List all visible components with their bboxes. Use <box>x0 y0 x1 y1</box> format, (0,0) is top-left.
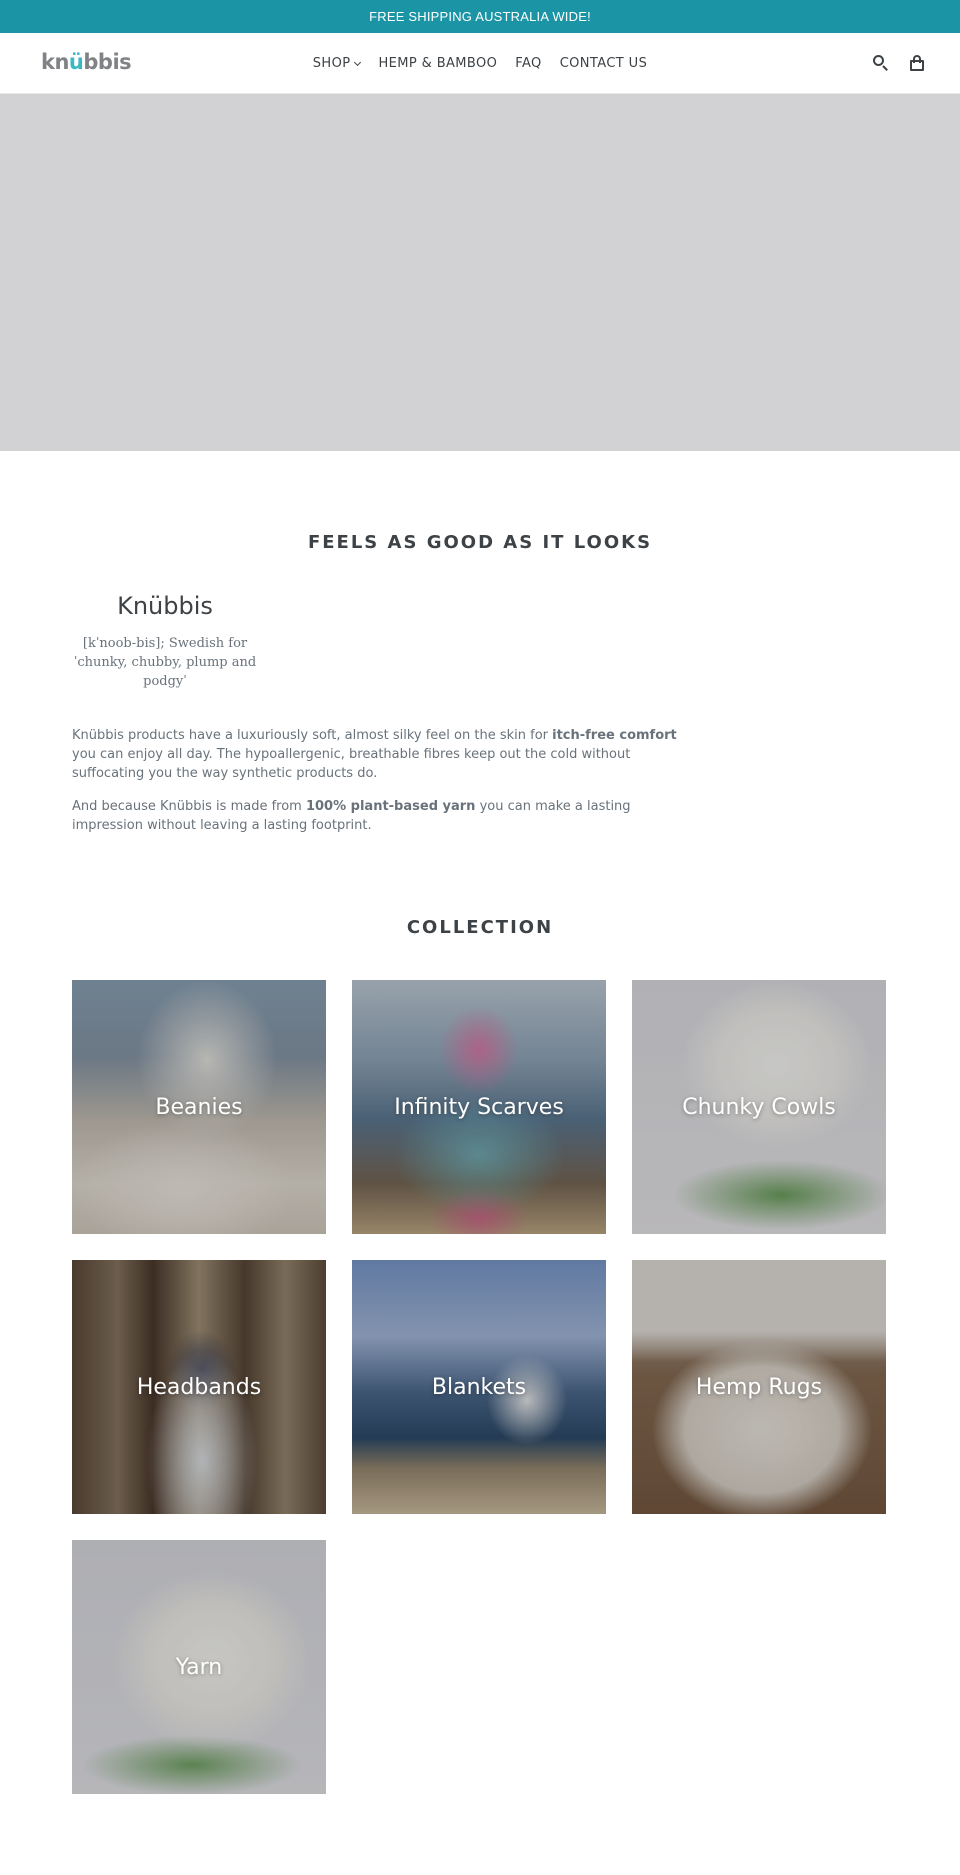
nav-item-contact-us[interactable]: CONTACT US <box>551 56 657 71</box>
hero-image-placeholder <box>0 94 960 451</box>
nav-item-label: HEMP & BAMBOO <box>378 56 498 71</box>
paragraph-emphasis: itch-free comfort <box>552 728 677 743</box>
collection-tile-infinity-scarves[interactable]: Infinity Scarves <box>352 980 606 1234</box>
collection-title: COLLECTION <box>406 917 554 938</box>
chevron-down-icon <box>354 58 362 66</box>
brand-definition-block: Knübbis [kˈnoob-bis]; Swedish for ˈchunk… <box>72 592 258 691</box>
collection-tile-label: Yarn <box>175 1654 223 1680</box>
paragraph-text: Knübbis products have a luxuriously soft… <box>72 728 553 743</box>
nav-item-label: CONTACT US <box>559 56 648 71</box>
paragraph-text: you can enjoy all day. The hypoallergeni… <box>72 747 631 781</box>
nav-item-shop[interactable]: SHOP <box>304 56 370 71</box>
collection-tile-label: Chunky Cowls <box>682 1094 836 1120</box>
intro-paragraph-2: And because Knübbis is made from 100% pl… <box>72 797 692 835</box>
collection-tile-label: Hemp Rugs <box>695 1374 823 1400</box>
brand-definition: [kˈnoob-bis]; Swedish for ˈchunky, chubb… <box>73 636 257 689</box>
nav-item-faq[interactable]: FAQ <box>506 56 550 71</box>
intro-title: FEELS AS GOOD AS IT LOOKS <box>307 532 653 553</box>
cart-icon[interactable] <box>908 54 926 72</box>
collection-tile-label: Blankets <box>431 1374 527 1400</box>
collection-tile-beanies[interactable]: Beanies <box>72 980 326 1234</box>
collection-tile-label: Beanies <box>155 1094 243 1120</box>
paragraph-text: And because Knübbis is made from <box>72 799 306 814</box>
nav-item-label: FAQ <box>515 56 542 71</box>
collection-tile-hemp-rugs[interactable]: Hemp Rugs <box>632 1260 886 1514</box>
collection-tile-blankets[interactable]: Blankets <box>352 1260 606 1514</box>
paragraph-emphasis: 100% plant-based yarn <box>305 799 476 814</box>
announcement-bar: FREE SHIPPING AUSTRALIA WIDE! <box>0 0 960 33</box>
announcement-text: FREE SHIPPING AUSTRALIA WIDE! <box>369 9 591 24</box>
nav-item-hemp-bamboo[interactable]: HEMP & BAMBOO <box>369 56 506 71</box>
nav-item-label: SHOP <box>312 56 351 71</box>
intro-paragraph-1: Knübbis products have a luxuriously soft… <box>72 726 692 783</box>
brand-name: Knübbis <box>117 592 213 620</box>
collection-tile-yarn[interactable]: Yarn <box>72 1540 326 1794</box>
search-icon[interactable] <box>872 54 890 72</box>
site-header: knübbis SHOP HEMP & BAMBOO FAQ CONTACT U… <box>0 33 960 94</box>
main-nav: SHOP HEMP & BAMBOO FAQ CONTACT US <box>0 33 960 94</box>
header-icons <box>872 54 926 72</box>
collection-tile-label: Infinity Scarves <box>394 1094 564 1120</box>
collection-tile-chunky-cowls[interactable]: Chunky Cowls <box>632 980 886 1234</box>
collection-tile-headbands[interactable]: Headbands <box>72 1260 326 1514</box>
collection-tile-label: Headbands <box>136 1374 262 1400</box>
